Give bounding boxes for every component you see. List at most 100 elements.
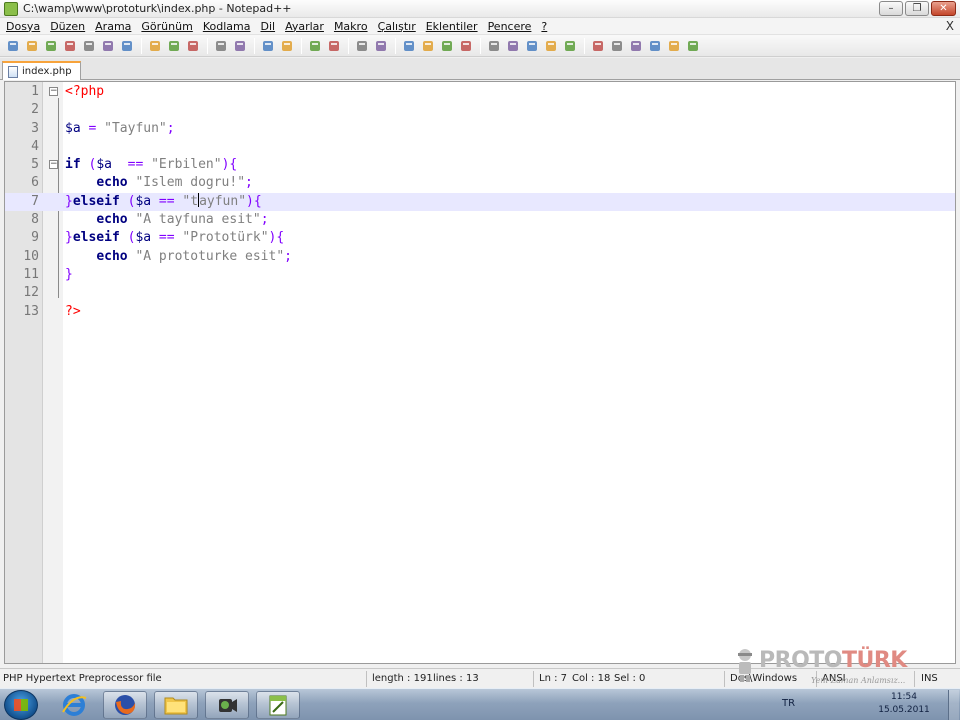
code-line[interactable]: 13 ?>: [5, 303, 955, 321]
token-op: ;: [166, 120, 175, 136]
toolbar-separator: [348, 37, 349, 54]
undo-button[interactable]: [212, 37, 230, 55]
zoom-out-icon: [329, 40, 339, 51]
code-line[interactable]: 12: [5, 284, 955, 302]
token-op: (: [119, 193, 136, 209]
token-kw: echo: [96, 175, 128, 191]
spellcheck-button[interactable]: [684, 37, 702, 55]
menu-help[interactable]: ?: [536, 20, 552, 33]
internet-explorer-taskbar-button[interactable]: [52, 691, 96, 719]
user-lang-button[interactable]: [457, 37, 475, 55]
print-button[interactable]: [118, 37, 136, 55]
trim-button[interactable]: [646, 37, 664, 55]
code-text: }elseif ($a == "tayfun"){: [65, 192, 262, 211]
menu-dil[interactable]: Dil: [255, 20, 280, 33]
zoom-in-button[interactable]: [306, 37, 324, 55]
token-kw: if: [65, 157, 81, 173]
show-desktop-button[interactable]: [948, 690, 959, 720]
word-wrap-button[interactable]: [400, 37, 418, 55]
up-button[interactable]: [608, 37, 626, 55]
menu-duzen[interactable]: Düzen: [45, 20, 90, 33]
code-line[interactable]: 2: [5, 101, 955, 119]
record-macro-button[interactable]: [485, 37, 503, 55]
stop-record-icon: [508, 40, 518, 51]
close-all-button[interactable]: [99, 37, 117, 55]
menu-makro[interactable]: Makro: [329, 20, 373, 33]
menu-pencere[interactable]: Pencere: [483, 20, 537, 33]
play-macro-button[interactable]: [523, 37, 541, 55]
fold-toggle-icon[interactable]: −: [49, 160, 58, 170]
zoom-out-button[interactable]: [325, 37, 343, 55]
close-window-button[interactable]: ✕: [931, 1, 956, 16]
code-line[interactable]: 9}elseif ($a == "Prototürk"){: [5, 229, 955, 247]
toolbar-separator: [584, 37, 585, 54]
token-op: }: [65, 266, 73, 282]
brand-logo: PROTOTÜRK: [759, 648, 907, 673]
menu-gorunum[interactable]: Görünüm: [136, 20, 197, 33]
paste-button[interactable]: [184, 37, 202, 55]
paste-icon: [188, 40, 198, 51]
replace-button[interactable]: [278, 37, 296, 55]
restore-button[interactable]: ❐: [905, 1, 929, 16]
clock[interactable]: 11:54 15.05.2011: [864, 691, 944, 717]
sync-v-button[interactable]: [353, 37, 371, 55]
show-all-chars-button[interactable]: [419, 37, 437, 55]
menu-ayarlar[interactable]: Ayarlar: [280, 20, 329, 33]
fold-toggle-icon[interactable]: −: [49, 87, 58, 96]
token-kw: echo: [96, 248, 128, 264]
menu-dosya[interactable]: Dosya: [0, 20, 45, 33]
cut-button[interactable]: [146, 37, 164, 55]
input-language[interactable]: TR: [782, 698, 795, 709]
notepadpp-taskbar-button[interactable]: [256, 691, 300, 719]
code-line[interactable]: 5− if ($a == "Erbilen"){: [5, 156, 955, 174]
save-button[interactable]: [42, 37, 60, 55]
code-line[interactable]: 10 echo "A prototurke esit";: [5, 248, 955, 266]
open-file-button[interactable]: [23, 37, 41, 55]
redo-button[interactable]: [231, 37, 249, 55]
menu-calistir[interactable]: Çalıştır: [373, 20, 421, 33]
code-line[interactable]: 7}elseif ($a == "tayfun"){: [5, 192, 955, 212]
prototurk-watermark: PROTOTÜRK Yeni Zaman Anlamsız...: [733, 646, 908, 690]
code-line[interactable]: 3 $a = "Tayfun";: [5, 120, 955, 138]
menu-arama[interactable]: Arama: [90, 20, 136, 33]
close-button[interactable]: [80, 37, 98, 55]
explorer-taskbar-button[interactable]: [154, 691, 198, 719]
line-number: 11: [23, 266, 39, 282]
camtasia-taskbar-button[interactable]: [205, 691, 249, 719]
menu-eklentiler[interactable]: Eklentiler: [421, 20, 483, 33]
run-macro-multiple-icon: [546, 40, 556, 51]
zoom-in-icon: [310, 40, 320, 51]
save-all-button[interactable]: [61, 37, 79, 55]
down-button[interactable]: [627, 37, 645, 55]
code-editor[interactable]: 1− <?php 2 3 $a = "Tayfun"; 4 5− if ($a == "Erb…: [4, 81, 956, 664]
line-number: 5: [31, 157, 39, 173]
toolbar-separator: [301, 37, 302, 54]
brand-left: PROTO: [759, 648, 842, 673]
start-button[interactable]: [4, 690, 38, 720]
tab-index-php[interactable]: index.php: [2, 61, 81, 80]
new-file-button[interactable]: [4, 37, 22, 55]
code-line[interactable]: 11}: [5, 266, 955, 284]
menu-kodlama[interactable]: Kodlama: [198, 20, 256, 33]
token-str: "Tayfun": [104, 120, 167, 136]
code-line[interactable]: 6 echo "Islem dogru!";: [5, 174, 955, 192]
stop-record-button[interactable]: [504, 37, 522, 55]
indent-guide-button[interactable]: [438, 37, 456, 55]
sync-h-button[interactable]: [372, 37, 390, 55]
code-line[interactable]: 4: [5, 138, 955, 156]
code-line[interactable]: 8 echo "A tayfuna esit";: [5, 211, 955, 229]
copy-button[interactable]: [165, 37, 183, 55]
run-macro-multiple-button[interactable]: [542, 37, 560, 55]
token-op: ){: [221, 157, 238, 173]
close-document-button[interactable]: X: [946, 19, 954, 33]
sort-button[interactable]: [589, 37, 607, 55]
code-line[interactable]: 1 − <?php: [5, 83, 955, 101]
code-text: }: [65, 266, 73, 284]
tab-bar: index.php: [0, 58, 960, 80]
minimize-button[interactable]: –: [879, 1, 903, 16]
save-macro-button[interactable]: [561, 37, 579, 55]
status-col: Col : 18: [572, 673, 611, 684]
firefox-taskbar-button[interactable]: [103, 691, 147, 719]
eraser-button[interactable]: [665, 37, 683, 55]
find-button[interactable]: [259, 37, 277, 55]
